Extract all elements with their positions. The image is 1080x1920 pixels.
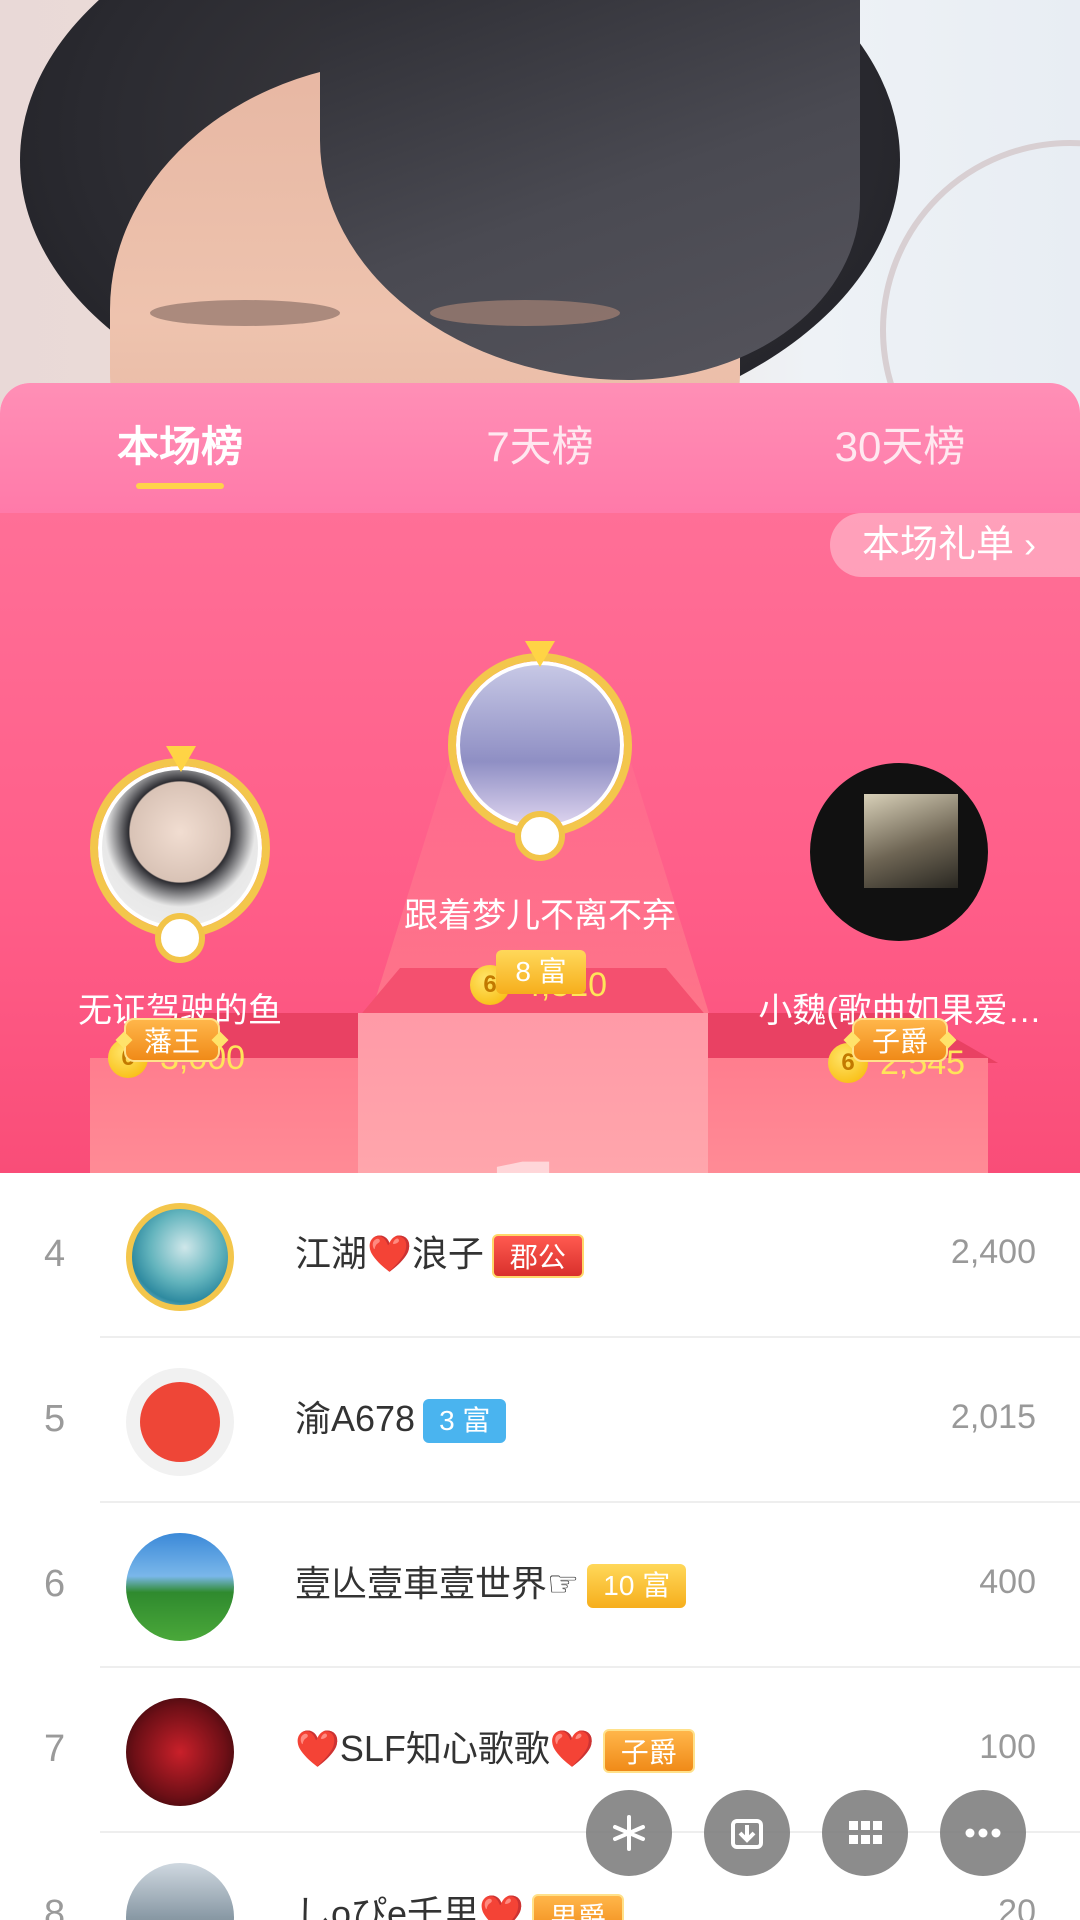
top1-name[interactable]: 跟着梦儿不离不弃 <box>330 888 750 937</box>
more-icon <box>965 1828 1001 1838</box>
grid-button[interactable] <box>822 1790 908 1876</box>
user-name-text: 江湖❤️浪子 <box>295 1233 484 1274</box>
download-icon <box>731 1819 763 1849</box>
list-item[interactable]: 7 ❤️SLF知心歌歌❤️ 子爵 100 <box>0 1668 1080 1833</box>
score-value: 20 <box>998 1893 1036 1920</box>
title-badge: 郡公 <box>491 1234 584 1279</box>
tab-7-days[interactable]: 7天榜 <box>440 417 640 477</box>
avatar[interactable] <box>126 1368 234 1476</box>
list-item[interactable]: 8 しoぴe千里❤️ 男爵 20 <box>0 1833 1080 1920</box>
rank-number: 6 <box>44 1563 66 1605</box>
avatar[interactable] <box>126 1533 234 1641</box>
rank-number: 5 <box>44 1398 66 1440</box>
user-name: 渝A678 3 富 <box>295 1393 507 1445</box>
avatar-blob <box>140 1382 220 1462</box>
background-fan <box>880 140 1080 420</box>
podium-area: 本场礼单› 1 2 3 6 4,310 6 3,000 6 2,545 跟着梦儿… <box>0 513 1080 1173</box>
avatar[interactable] <box>126 1863 234 1920</box>
user-name: 壹亾壹車壹世界☞ 10 富 <box>295 1558 687 1610</box>
score-value: 2,400 <box>950 1233 1036 1271</box>
grid-icon <box>849 1821 882 1844</box>
ranking-panel: 本场榜 7天榜 30天榜 本场礼单› 1 2 3 6 4,310 6 3,000… <box>0 383 1080 1920</box>
rank-number: 4 <box>44 1233 66 1275</box>
user-name-text: ❤️SLF知心歌歌❤️ <box>295 1728 595 1769</box>
rank-number: 8 <box>44 1893 66 1920</box>
score-value: 100 <box>979 1728 1036 1766</box>
top2-avatar-frame <box>90 758 270 938</box>
score-value: 400 <box>979 1563 1036 1601</box>
top1-wealth-badge: 8 富 <box>496 950 586 994</box>
list-item[interactable]: 4 江湖❤️浪子 郡公 2,400 <box>0 1173 1080 1338</box>
title-badge: 男爵 <box>531 1894 624 1920</box>
avatar[interactable] <box>126 1698 234 1806</box>
download-button[interactable] <box>704 1790 790 1876</box>
ranking-list: 4 江湖❤️浪子 郡公 2,400 5 渝A678 3 富 2,015 6 壹亾壹車… <box>0 1173 1080 1920</box>
top3-avatar-photo <box>864 794 958 888</box>
frame-base-icon <box>155 913 205 963</box>
chevron-right-icon: › <box>1024 524 1037 565</box>
list-item[interactable]: 5 渝A678 3 富 2,015 <box>0 1338 1080 1503</box>
active-tab-indicator <box>136 483 224 489</box>
stream-video-frame <box>0 0 1080 420</box>
user-name-text: しoぴe千里❤️ <box>295 1893 524 1920</box>
more-button[interactable] <box>940 1790 1026 1876</box>
user-name-text: 渝A678 <box>295 1398 416 1439</box>
user-name: しoぴe千里❤️ 男爵 <box>295 1888 624 1920</box>
score-value: 2,015 <box>950 1398 1036 1436</box>
streamer-brow-left <box>150 300 340 326</box>
top3-title-badge: 子爵 <box>852 1018 949 1062</box>
wealth-badge: 3 富 <box>423 1399 507 1444</box>
list-item[interactable]: 6 壹亾壹車壹世界☞ 10 富 400 <box>0 1503 1080 1668</box>
tab-30-days[interactable]: 30天榜 <box>800 417 1000 477</box>
wealth-badge: 10 富 <box>587 1564 687 1609</box>
title-badge: 子爵 <box>602 1729 695 1774</box>
user-name: 江湖❤️浪子 郡公 <box>295 1228 584 1280</box>
rank-number: 7 <box>44 1728 66 1770</box>
tab-this-show[interactable]: 本场榜 <box>80 417 280 477</box>
gift-list-button[interactable]: 本场礼单 › <box>830 513 1080 577</box>
ranking-tabs: 本场榜 7天榜 30天榜 <box>0 383 1080 513</box>
gift-list-label: 本场礼单 <box>862 524 1015 566</box>
avatar[interactable] <box>126 1203 234 1311</box>
user-name-text: 壹亾壹車壹世界☞ <box>295 1563 580 1604</box>
top2-title-badge: 藩王 <box>124 1018 221 1062</box>
streamer-brow-right <box>430 300 620 326</box>
podium-number-1: 1 <box>480 1133 584 1173</box>
sparkle-button[interactable] <box>586 1790 672 1876</box>
sparkle-icon <box>613 1815 645 1851</box>
frame-base-icon <box>515 811 565 861</box>
user-name: ❤️SLF知心歌歌❤️ 子爵 <box>295 1723 695 1775</box>
top1-avatar-frame <box>448 653 632 837</box>
